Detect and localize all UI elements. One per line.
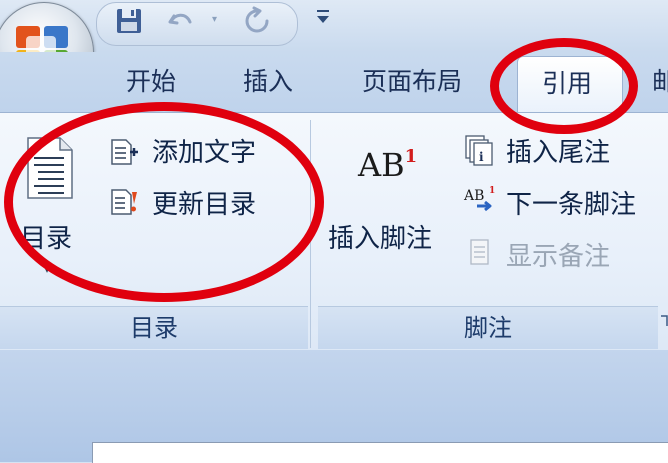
tab-insert[interactable]: 插入 bbox=[243, 60, 293, 104]
tab-home[interactable]: 开始 bbox=[126, 60, 176, 104]
toc-group-label: 目录 bbox=[0, 306, 308, 349]
document-page[interactable] bbox=[92, 442, 668, 463]
insert-footnote-icon[interactable]: AB1 bbox=[358, 146, 417, 184]
insert-footnote-label[interactable]: 插入脚注 bbox=[328, 218, 432, 255]
undo-dropdown-icon[interactable]: ▾ bbox=[212, 14, 217, 25]
customize-qat-icon[interactable] bbox=[312, 6, 334, 36]
show-notes-icon bbox=[468, 238, 492, 270]
svg-text:AB: AB bbox=[463, 188, 484, 204]
annotation-ellipse-toc bbox=[4, 102, 324, 302]
insert-endnote-label[interactable]: 插入尾注 bbox=[506, 132, 610, 169]
svg-text:1: 1 bbox=[489, 186, 495, 196]
annotation-ellipse-references-tab bbox=[490, 38, 638, 134]
dialog-launcher-icon[interactable] bbox=[660, 312, 668, 331]
undo-icon[interactable] bbox=[166, 6, 196, 36]
ab-text: AB bbox=[358, 146, 405, 184]
show-notes-label: 显示备注 bbox=[506, 242, 611, 272]
svg-text:i: i bbox=[479, 150, 484, 164]
insert-endnote-icon[interactable]: i bbox=[464, 134, 496, 170]
redo-icon[interactable] bbox=[242, 6, 272, 36]
footnote-group-label: 脚注 bbox=[318, 306, 658, 349]
next-footnote-icon[interactable]: AB 1 bbox=[463, 186, 499, 222]
save-icon[interactable] bbox=[114, 6, 144, 36]
ab-superscript: 1 bbox=[404, 146, 418, 167]
tab-next-partial[interactable]: 邮 bbox=[652, 60, 668, 104]
tab-page-layout[interactable]: 页面布局 bbox=[362, 60, 462, 104]
next-footnote-label[interactable]: 下一条脚注 bbox=[506, 184, 636, 221]
